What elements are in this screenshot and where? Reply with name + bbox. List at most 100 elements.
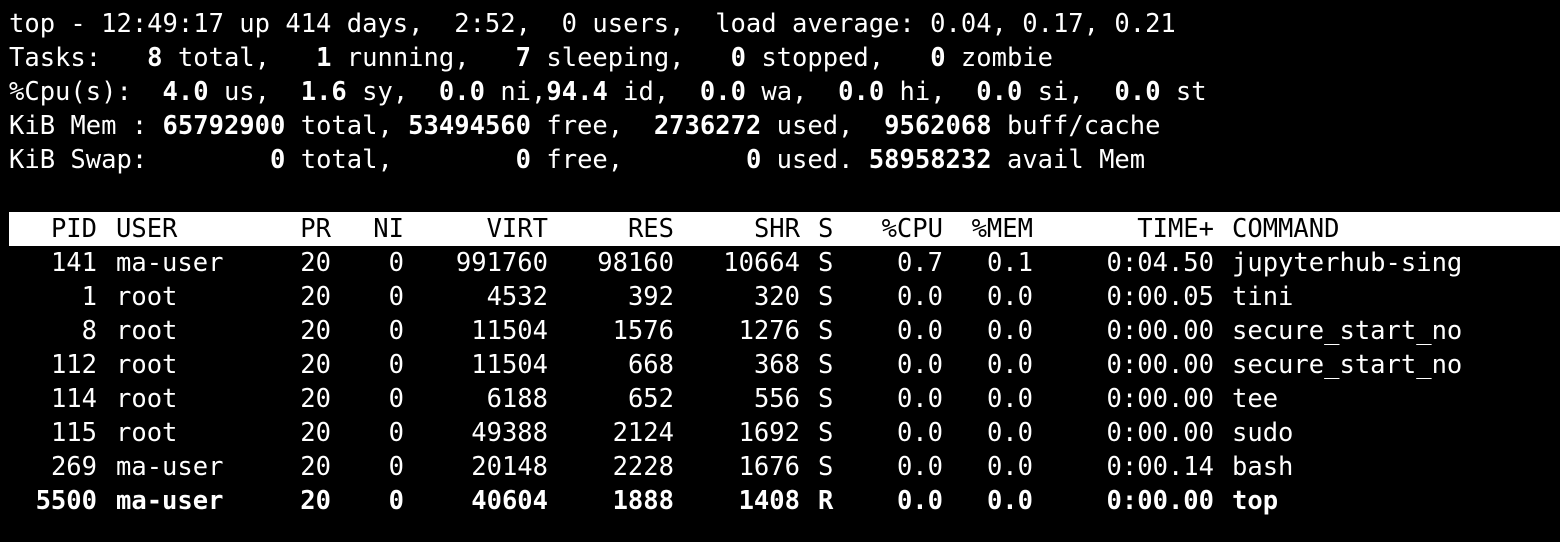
cell-ni: 0 [388, 486, 404, 516]
header-shr[interactable]: SHR [674, 212, 800, 246]
cell-time: 0:00.00 [1106, 350, 1214, 380]
header-pid[interactable]: PID [9, 212, 97, 246]
cell-user: root [116, 384, 178, 414]
cell-virt: 6188 [486, 384, 548, 414]
tasks-line: Tasks: 8 total, 1 running, 7 sleeping, 0… [9, 41, 1053, 75]
tasks-total-label: total, [162, 43, 286, 73]
cell-command: tee [1232, 384, 1279, 414]
table-row[interactable]: 5500 ma-user 20 0 40604 1888 1408 R 0.0 … [0, 484, 1560, 518]
cell-state: S [818, 248, 834, 278]
cell-pid: 112 [50, 350, 97, 380]
cell-command: top [1232, 486, 1279, 516]
table-row[interactable]: 114 root 20 0 6188 652 556 S 0.0 0.0 0:0… [0, 382, 1560, 416]
cell-ni: 0 [388, 316, 404, 346]
table-row[interactable]: 112 root 20 0 11504 668 368 S 0.0 0.0 0:… [0, 348, 1560, 382]
header-command[interactable]: COMMAND [1232, 212, 1552, 246]
cell-command: jupyterhub-sing [1232, 248, 1463, 278]
cell-shr: 1408 [738, 486, 800, 516]
header-pr[interactable]: PR [286, 212, 331, 246]
cell-time: 0:00.00 [1106, 418, 1214, 448]
tasks-stopped: 0 [699, 43, 746, 73]
cell-user: root [116, 282, 178, 312]
uptime-line: top - 12:49:17 up 414 days, 2:52, 0 user… [9, 7, 1176, 41]
cell-pr: 20 [300, 452, 331, 482]
header-virt[interactable]: VIRT [404, 212, 548, 246]
cell-pr: 20 [300, 316, 331, 346]
swap-line: KiB Swap: 0 total, 0 free, 0 used. 58958… [9, 143, 1145, 177]
cell-command: tini [1232, 282, 1294, 312]
cell-pr: 20 [300, 248, 331, 278]
tasks-sleeping: 7 [484, 43, 532, 73]
header-ni[interactable]: NI [331, 212, 404, 246]
cell-virt: 11504 [471, 350, 548, 380]
cell-mem: 0.1 [986, 248, 1033, 278]
cell-shr: 1676 [738, 452, 800, 482]
header-time[interactable]: TIME+ [1033, 212, 1214, 246]
header-cpu[interactable]: %CPU [848, 212, 943, 246]
cell-time: 0:00.05 [1106, 282, 1214, 312]
cpu-sy: 1.6 [285, 77, 347, 107]
cell-virt: 40604 [471, 486, 548, 516]
swap-total-label: total, [285, 145, 409, 175]
cpu-id: 94.4 [546, 77, 608, 107]
cell-mem: 0.0 [986, 486, 1033, 516]
table-row[interactable]: 8 root 20 0 11504 1576 1276 S 0.0 0.0 0:… [0, 314, 1560, 348]
cell-cpu: 0.0 [896, 452, 943, 482]
cell-shr: 1692 [738, 418, 800, 448]
table-row[interactable]: 269 ma-user 20 0 20148 2228 1676 S 0.0 0… [0, 450, 1560, 484]
header-state[interactable]: S [818, 212, 848, 246]
cell-time: 0:04.50 [1106, 248, 1214, 278]
table-row[interactable]: 115 root 20 0 49388 2124 1692 S 0.0 0.0 … [0, 416, 1560, 450]
cell-mem: 0.0 [986, 418, 1033, 448]
mem-label: KiB Mem : [9, 111, 163, 141]
swap-free: 0 [408, 145, 532, 175]
cell-pid: 1 [81, 282, 97, 312]
cell-state: S [818, 418, 834, 448]
table-row[interactable]: 1 root 20 0 4532 392 320 S 0.0 0.0 0:00.… [0, 280, 1560, 314]
tasks-total: 8 [116, 43, 163, 73]
table-row[interactable]: 141 ma-user 20 0 991760 98160 10664 S 0.… [0, 246, 1560, 280]
cell-mem: 0.0 [986, 316, 1033, 346]
swap-used-label: used. [761, 145, 854, 175]
cell-virt: 4532 [486, 282, 548, 312]
swap-used: 0 [638, 145, 762, 175]
cell-res: 1888 [612, 486, 674, 516]
cell-pid: 8 [81, 316, 97, 346]
cpu-label: %Cpu(s): [9, 77, 148, 107]
cell-cpu: 0.0 [896, 316, 943, 346]
header-res[interactable]: RES [548, 212, 674, 246]
cell-user: ma-user [116, 452, 224, 482]
swap-avail-label: avail Mem [991, 145, 1146, 175]
mem-free: 53494560 [392, 111, 531, 141]
swap-free-label: free, [531, 145, 639, 175]
cell-cpu: 0.0 [896, 350, 943, 380]
tasks-zombie-label: zombie [945, 43, 1054, 73]
cell-cpu: 0.0 [896, 384, 943, 414]
cell-virt: 11504 [471, 316, 548, 346]
cell-time: 0:00.00 [1106, 384, 1214, 414]
cell-pr: 20 [300, 282, 331, 312]
cell-shr: 368 [753, 350, 800, 380]
cell-res: 392 [627, 282, 674, 312]
tasks-label: Tasks: [9, 43, 117, 73]
cell-state: S [818, 282, 834, 312]
cell-ni: 0 [388, 384, 404, 414]
cell-command: secure_start_no [1232, 350, 1463, 380]
mem-total-label: total, [285, 111, 393, 141]
cpu-wa: 0.0 [684, 77, 746, 107]
cpu-us-label: us, [208, 77, 286, 107]
cell-res: 1576 [612, 316, 674, 346]
cell-res: 2124 [612, 418, 674, 448]
cpu-ni: 0.0 [423, 77, 485, 107]
tasks-sleeping-label: sleeping, [531, 43, 700, 73]
cpu-si: 0.0 [960, 77, 1023, 107]
cell-pid: 141 [50, 248, 97, 278]
header-mem[interactable]: %MEM [943, 212, 1033, 246]
cell-ni: 0 [388, 418, 404, 448]
cell-res: 98160 [597, 248, 674, 278]
process-table-header: PID USER PR NI VIRT RES SHR S %CPU %MEM … [0, 212, 1560, 246]
cell-time: 0:00.14 [1106, 452, 1214, 482]
header-user[interactable]: USER [116, 212, 286, 246]
cell-ni: 0 [388, 282, 404, 312]
mem-used: 2736272 [638, 111, 762, 141]
